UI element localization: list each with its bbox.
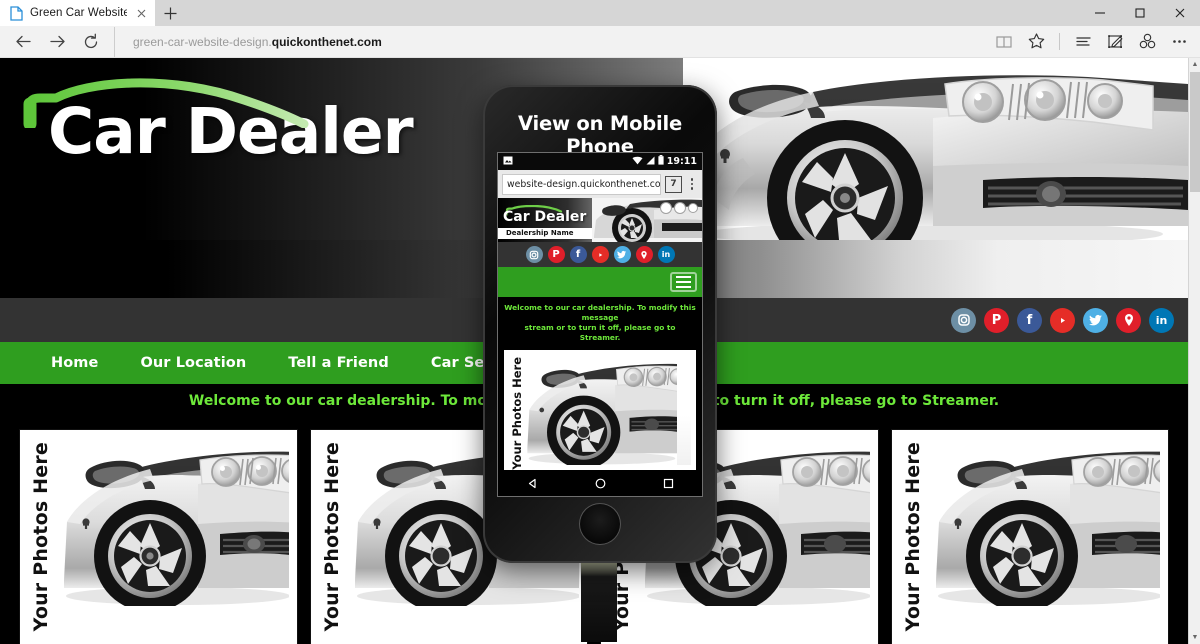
phone-home-button[interactable]	[579, 503, 621, 545]
three-dot-menu-icon[interactable]	[686, 178, 698, 190]
android-back-icon[interactable]	[526, 477, 539, 490]
new-tab-button[interactable]	[155, 0, 185, 26]
phone-screen: 19:11 website-design.quickonthenet.com 7	[497, 152, 703, 497]
browser-title-bar: Green Car Website Desi	[0, 0, 1200, 26]
wifi-icon	[632, 156, 643, 168]
close-icon[interactable]	[134, 6, 149, 21]
phone-url-bar: website-design.quickonthenet.com 7	[498, 170, 702, 198]
favorites-star-icon[interactable]	[1021, 27, 1051, 57]
reading-view-icon[interactable]	[989, 27, 1019, 57]
phone-nav-bar	[498, 267, 702, 297]
phone-stand	[581, 558, 617, 642]
car-outline-icon	[20, 78, 340, 131]
gallery-car-photo	[929, 438, 1160, 606]
gallery-card[interactable]: Your Photos Here	[20, 430, 297, 644]
sidebar-item-tell-a-friend[interactable]: Tell a Friend	[267, 355, 410, 371]
facebook-icon[interactable]: f	[1017, 307, 1042, 333]
twitter-icon[interactable]	[1083, 307, 1108, 333]
window-close-icon[interactable]	[1160, 0, 1200, 26]
phone-address-field[interactable]: website-design.quickonthenet.com	[502, 173, 661, 195]
phone-site-header: Car Dealer Dealership Name	[498, 198, 702, 242]
phone-url-text: website-design.quickonthenet.com	[507, 178, 661, 190]
phone-tab-count[interactable]: 7	[665, 175, 682, 193]
scroll-up-arrow-icon[interactable]: ▲	[1189, 58, 1200, 71]
pinterest-icon[interactable]: P	[547, 246, 565, 263]
your-photos-here-label: Your Photos Here	[30, 442, 52, 632]
tab-title: Green Car Website Desi	[30, 7, 127, 19]
refresh-icon[interactable]	[74, 27, 108, 57]
phone-status-right: 19:11	[632, 155, 697, 168]
phone-status-bar: 19:11	[498, 153, 702, 170]
browser-toolbar-icons	[989, 27, 1194, 57]
forward-arrow-icon[interactable]	[40, 27, 74, 57]
youtube-icon[interactable]	[1050, 307, 1075, 333]
your-photos-here-label: Your Photos Here	[320, 442, 343, 632]
minimize-icon[interactable]	[1080, 0, 1120, 26]
browser-tab[interactable]: Green Car Website Desi	[0, 0, 155, 26]
battery-icon	[658, 155, 664, 168]
signal-icon	[646, 156, 655, 168]
phone-social-bar: P f in	[498, 242, 702, 267]
hub-icon[interactable]	[1068, 27, 1098, 57]
facebook-icon[interactable]: f	[569, 246, 587, 263]
site-logo: Car Dealer	[14, 72, 494, 163]
phone-header-car-photo	[592, 198, 702, 242]
phone-mockup: View on Mobile Phone 19:11 website-desig…	[483, 85, 717, 563]
share-icon[interactable]	[1132, 27, 1162, 57]
header-car-photo	[683, 58, 1188, 240]
back-arrow-icon[interactable]	[6, 27, 40, 57]
url-domain: quickonthenet.com	[271, 34, 382, 49]
page-viewport: Car Dealer Dealership Name P f in	[0, 58, 1200, 644]
youtube-icon[interactable]	[591, 246, 609, 263]
phone-logo-title: Car Dealer	[503, 209, 587, 225]
twitter-icon[interactable]	[613, 246, 631, 263]
sidebar-item-home[interactable]: Home	[30, 355, 119, 371]
browser-window: Green Car Website Desi	[0, 0, 1200, 644]
linkedin-icon[interactable]: in	[657, 246, 675, 263]
gallery-car-photo	[58, 438, 289, 606]
phone-welcome-line-2: stream or to turn it off, please go to S…	[524, 322, 676, 342]
instagram-icon[interactable]	[951, 307, 976, 333]
phone-android-nav	[498, 470, 702, 496]
android-recents-icon[interactable]	[662, 477, 675, 490]
your-photos-here-label: Your Photos Here	[510, 356, 524, 470]
gallery-card[interactable]: Your Photos Here	[891, 430, 1168, 644]
instagram-icon[interactable]	[525, 246, 543, 263]
hamburger-menu-icon[interactable]	[670, 272, 697, 292]
toolbar-divider	[1059, 33, 1060, 50]
your-photos-here-label: Your Photos Here	[901, 442, 924, 632]
phone-welcome-line-1: Welcome to our car dealership. To modify…	[504, 303, 696, 322]
linkedin-icon[interactable]: in	[1149, 307, 1174, 333]
maximize-icon[interactable]	[1120, 0, 1160, 26]
window-controls	[1080, 0, 1200, 26]
address-bar[interactable]: green-car-website-design.quickonthenet.c…	[114, 26, 989, 57]
phone-welcome-message: Welcome to our car dealership. To modify…	[498, 297, 702, 350]
url-prefix: green-car-website-design.	[133, 34, 272, 49]
scrollbar-thumb[interactable]	[1190, 72, 1200, 192]
url-text: green-car-website-design.quickonthenet.c…	[133, 35, 382, 49]
android-home-icon[interactable]	[594, 477, 607, 490]
gallery-car-photo	[527, 354, 691, 465]
web-note-icon[interactable]	[1100, 27, 1130, 57]
scroll-down-arrow-icon[interactable]: ▼	[1189, 631, 1200, 644]
image-icon	[503, 156, 513, 168]
sidebar-item-our-location[interactable]: Our Location	[119, 355, 267, 371]
location-pin-icon[interactable]	[635, 246, 653, 263]
browser-toolbar: green-car-website-design.quickonthenet.c…	[0, 26, 1200, 58]
page-scrollbar[interactable]: ▲ ▼	[1188, 58, 1200, 644]
location-pin-icon[interactable]	[1116, 307, 1141, 333]
pinterest-icon[interactable]: P	[984, 307, 1009, 333]
more-icon[interactable]	[1164, 27, 1194, 57]
page-icon	[10, 5, 23, 21]
phone-time: 19:11	[666, 156, 697, 167]
